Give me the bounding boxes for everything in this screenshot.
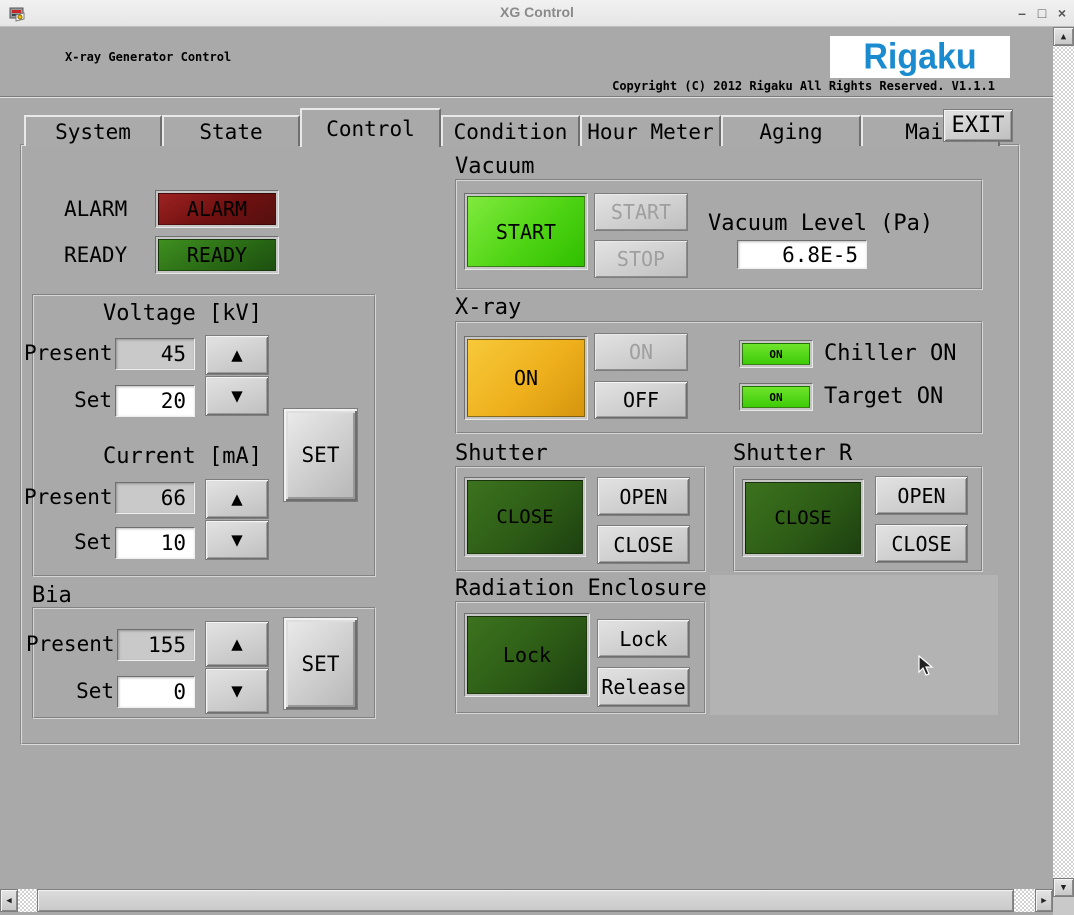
enclosure-lock-button[interactable]: Lock: [597, 619, 690, 658]
vacuum-level-field: 6.8E-5: [737, 240, 867, 269]
voltage-set-label: Set: [24, 388, 112, 412]
down-arrow-icon: ▼: [231, 680, 242, 702]
current-set-label: Set: [24, 530, 112, 554]
minimize-icon[interactable]: –: [1012, 2, 1032, 24]
current-title: Current [mA]: [103, 444, 262, 469]
xg-control-window: XG Control – □ × X-ray Generator Control…: [0, 0, 1074, 915]
scroll-left-icon: ◀: [6, 896, 11, 906]
voltage-up-button[interactable]: ▲: [205, 335, 269, 375]
alarm-indicator: ALARM: [155, 190, 279, 228]
tab-condition[interactable]: Condition: [441, 115, 580, 146]
rigaku-logo-text: Rigaku: [863, 37, 976, 78]
ready-indicator: READY: [155, 236, 279, 274]
down-arrow-icon: ▼: [231, 385, 242, 407]
shutter-r-title: Shutter R: [733, 441, 852, 466]
vacuum-stop-button[interactable]: STOP: [594, 240, 688, 278]
voltage-down-button[interactable]: ▼: [205, 376, 269, 416]
radiation-enclosure-status-indicator: Lock: [464, 613, 590, 697]
target-on-indicator: ON: [739, 383, 813, 411]
xray-on-button[interactable]: ON: [594, 333, 688, 371]
voltage-set-field[interactable]: 20: [115, 385, 195, 417]
current-up-button[interactable]: ▲: [205, 479, 269, 519]
alarm-label: ALARM: [64, 197, 127, 221]
shutter-title: Shutter: [455, 441, 548, 466]
vertical-scrollbar-track[interactable]: [1053, 27, 1074, 897]
bia-set-field[interactable]: 0: [117, 676, 195, 708]
copyright-text: Copyright (C) 2012 Rigaku All Rights Res…: [612, 79, 995, 93]
up-arrow-icon: ▲: [231, 344, 242, 366]
bia-set-label: Set: [26, 679, 114, 703]
scroll-right-icon: ▶: [1041, 896, 1046, 906]
scroll-right-button[interactable]: ▶: [1035, 889, 1053, 912]
shutter-status-indicator: CLOSE: [464, 477, 586, 557]
mouse-cursor: [918, 655, 934, 681]
scrollbar-corner: [1053, 897, 1074, 915]
shutter-r-open-button[interactable]: OPEN: [875, 476, 968, 515]
ready-label: READY: [64, 243, 127, 267]
maximize-icon[interactable]: □: [1032, 2, 1052, 24]
vacuum-level-label: Vacuum Level (Pa): [708, 211, 933, 236]
xray-status-indicator: ON: [464, 336, 588, 420]
tab-hour-meter[interactable]: Hour Meter: [580, 115, 721, 146]
close-icon[interactable]: ×: [1052, 2, 1072, 24]
current-set-field[interactable]: 10: [115, 527, 195, 559]
current-present-label: Present: [24, 485, 112, 509]
bia-present-field: 155: [117, 629, 195, 661]
up-arrow-icon: ▲: [231, 488, 242, 510]
bia-set-button[interactable]: SET: [283, 617, 358, 710]
shutter-close-button[interactable]: CLOSE: [597, 525, 690, 564]
xray-title: X-ray: [455, 295, 521, 320]
tab-state[interactable]: State: [162, 115, 300, 146]
chiller-on-indicator: ON: [739, 340, 813, 368]
scroll-down-icon: ▼: [1061, 883, 1066, 893]
vacuum-status-indicator: START: [464, 193, 588, 270]
bia-up-button[interactable]: ▲: [205, 621, 269, 667]
app-header-label: X-ray Generator Control: [65, 50, 231, 64]
down-arrow-icon: ▼: [231, 529, 242, 551]
xray-off-button[interactable]: OFF: [594, 381, 688, 419]
empty-subpanel: [710, 575, 998, 715]
voltage-current-set-button[interactable]: SET: [283, 408, 358, 502]
voltage-present-label: Present: [24, 341, 112, 365]
scroll-up-button[interactable]: ▲: [1053, 27, 1074, 46]
chiller-on-label: Chiller ON: [824, 341, 956, 366]
header-divider: [0, 96, 1074, 98]
bia-down-button[interactable]: ▼: [205, 668, 269, 714]
shutter-r-close-button[interactable]: CLOSE: [875, 524, 968, 563]
enclosure-release-button[interactable]: Release: [597, 667, 690, 707]
shutter-r-status-indicator: CLOSE: [742, 479, 864, 557]
scroll-left-button[interactable]: ◀: [0, 889, 18, 912]
shutter-open-button[interactable]: OPEN: [597, 477, 690, 516]
title-bar: XG Control – □ ×: [0, 0, 1074, 27]
horizontal-scrollbar-thumb[interactable]: [37, 889, 1014, 912]
window-title: XG Control: [0, 4, 1074, 20]
vacuum-start-button[interactable]: START: [594, 193, 688, 231]
tab-aging[interactable]: Aging: [721, 115, 861, 146]
current-present-field: 66: [115, 482, 195, 514]
radiation-enclosure-title: Radiation Enclosure: [455, 576, 707, 601]
exit-button[interactable]: EXIT: [943, 109, 1013, 142]
current-down-button[interactable]: ▼: [205, 520, 269, 560]
rigaku-logo: Rigaku: [830, 36, 1010, 78]
scroll-up-icon: ▲: [1061, 32, 1066, 42]
voltage-title: Voltage [kV]: [103, 301, 262, 326]
voltage-present-field: 45: [115, 338, 195, 370]
bia-present-label: Present: [26, 632, 114, 656]
target-on-label: Target ON: [824, 384, 943, 409]
vacuum-title: Vacuum: [455, 154, 534, 179]
up-arrow-icon: ▲: [231, 633, 242, 655]
scroll-down-button[interactable]: ▼: [1053, 878, 1074, 897]
bia-title: Bia: [32, 583, 72, 608]
tab-system[interactable]: System: [24, 115, 162, 146]
tab-control[interactable]: Control: [300, 108, 441, 147]
